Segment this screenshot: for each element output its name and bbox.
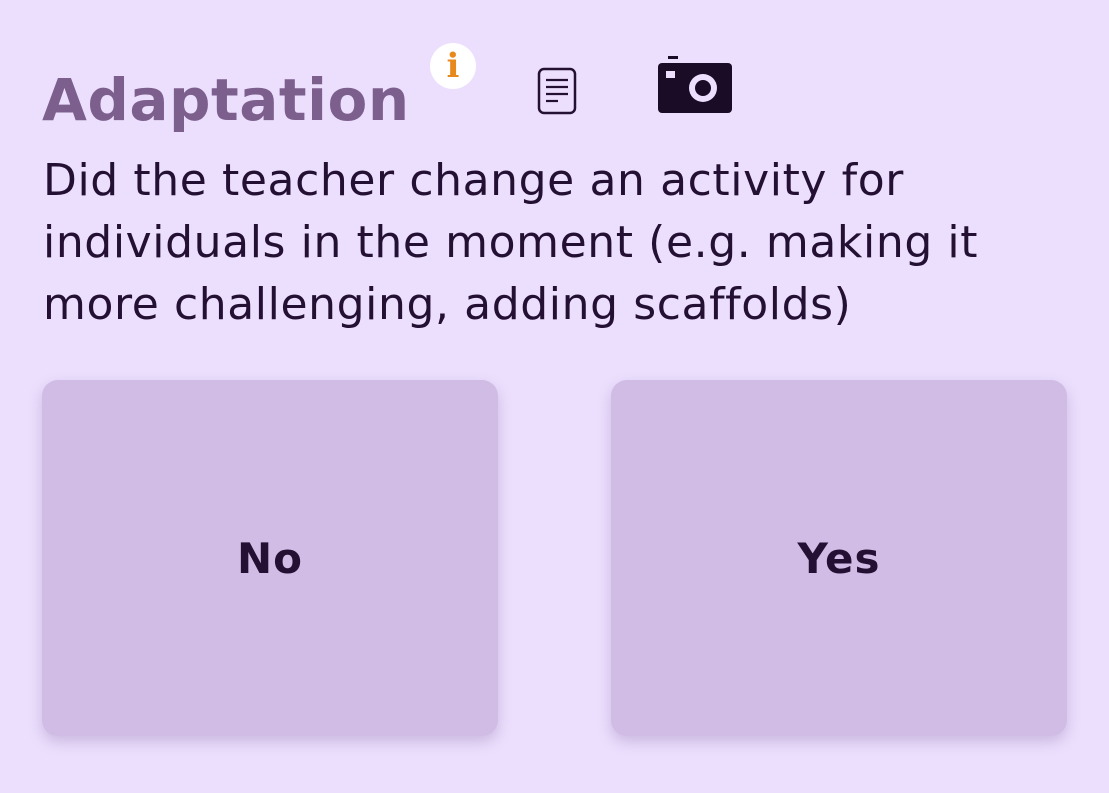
camera-icon (658, 56, 732, 113)
question-text: Did the teacher change an activity for i… (43, 155, 979, 330)
page-title: Adaptation (42, 66, 410, 134)
answer-no-button[interactable]: No (42, 380, 498, 736)
answer-no-label: No (236, 533, 303, 583)
camera-button[interactable] (656, 54, 734, 116)
notes-button[interactable] (536, 66, 578, 116)
question-header: Adaptation i (42, 40, 1062, 140)
info-icon: i (446, 46, 460, 86)
document-icon (537, 67, 577, 115)
info-button[interactable]: i (430, 43, 476, 89)
answer-yes-button[interactable]: Yes (611, 380, 1067, 736)
answer-yes-label: Yes (797, 533, 881, 583)
